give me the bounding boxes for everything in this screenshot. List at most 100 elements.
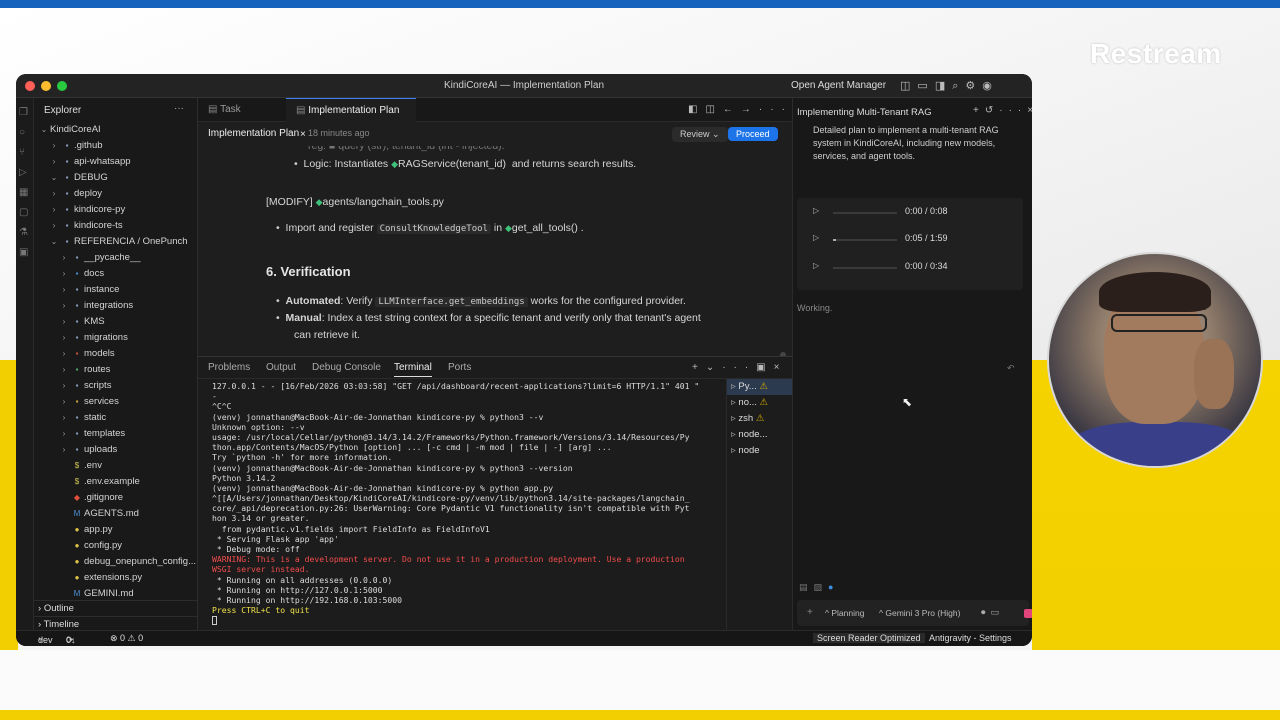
folder-item[interactable]: › ▪ routes (34, 362, 197, 378)
agent-icon[interactable]: ● (828, 582, 839, 592)
files-icon[interactable]: ❐ (19, 107, 33, 118)
tab-debug-console[interactable]: Debug Console (312, 362, 381, 373)
history-icon[interactable]: ↺ (985, 105, 999, 116)
more-icon[interactable]: ··· (999, 105, 1027, 116)
remote-icon[interactable]: ▢ (19, 207, 33, 218)
tab-problems[interactable]: Problems (208, 362, 250, 373)
agent-actions[interactable]: +↺···× (973, 105, 1032, 116)
plus-icon[interactable]: + (973, 105, 985, 116)
tab-ports[interactable]: Ports (448, 362, 471, 373)
model-select[interactable]: ^ Gemini 3 Pro (High) (879, 608, 960, 618)
file-icon[interactable]: ▤ (799, 582, 814, 592)
folder-item[interactable]: › ▪ instance (34, 282, 197, 298)
file-item[interactable]: M AGENTS.md (34, 506, 197, 522)
gear-icon[interactable]: ⚙ (965, 80, 982, 92)
account-icon[interactable]: ◉ (982, 80, 999, 92)
close-icon[interactable]: × (774, 362, 788, 373)
screen-icon[interactable]: ▭ (991, 607, 1005, 617)
file-item[interactable]: ● extensions.py (34, 570, 197, 586)
audio-progress[interactable] (833, 239, 897, 241)
function-link[interactable]: get_all_tools() (512, 222, 578, 234)
file-link[interactable]: agents/langchain_tools.py (323, 196, 444, 208)
folder-item[interactable]: › ▪ deploy (34, 186, 197, 202)
undo-icon[interactable]: ↶ (1007, 363, 1015, 374)
audio-progress[interactable] (833, 212, 897, 214)
folder-item[interactable]: › ▪ integrations (34, 298, 197, 314)
folder-item[interactable]: › ▪ __pycache__ (34, 250, 197, 266)
file-item[interactable]: ● config.py (34, 538, 197, 554)
run-debug-icon[interactable]: ▷ (19, 167, 33, 178)
planning-mode-select[interactable]: ^ Planning (825, 608, 864, 618)
folder-item[interactable]: ⌄ ▪ REFERENCIA / OnePunch (34, 234, 197, 250)
problems-indicator[interactable]: ⊗ 0 ⚠ 0 (110, 633, 143, 644)
tab-implementation-plan[interactable]: ▤ Implementation Plan × (286, 98, 416, 140)
folder-item[interactable]: ⌄ ▪ DEBUG (34, 170, 197, 186)
play-icon[interactable]: ▷ (813, 261, 819, 270)
folder-item[interactable]: › ▪ uploads (34, 442, 197, 458)
play-icon[interactable]: ▷ (813, 206, 819, 215)
microphone-icon[interactable]: ⏺ (981, 607, 991, 617)
file-item[interactable]: $ .env.example (34, 474, 197, 490)
testing-icon[interactable]: ⚗ (19, 227, 33, 238)
titlebar-icons[interactable]: ◫▭◨⌕⚙◉ (900, 79, 999, 93)
extensions-icon[interactable]: ▦ (19, 187, 33, 198)
more-icon[interactable]: ··· (759, 104, 793, 115)
folder-item[interactable]: › ▪ KMS (34, 314, 197, 330)
input-toolbar[interactable]: ▤▨● (799, 582, 839, 593)
toggle-agent-icon[interactable]: ◨ (935, 80, 952, 92)
back-icon[interactable]: ← (723, 104, 741, 115)
play-icon[interactable]: ▷ (813, 233, 819, 242)
proceed-button[interactable]: Proceed (728, 127, 778, 141)
toggle-sidebar-icon[interactable]: ◫ (900, 80, 917, 92)
settings-status[interactable]: Antigravity - Settings (929, 633, 1012, 643)
image-icon[interactable]: ▨ (814, 582, 829, 592)
file-item[interactable]: ● app.py (34, 522, 197, 538)
split-editor-icon[interactable]: ◫ (705, 104, 722, 115)
terminal-instance[interactable]: ▹ no... ⚠ (727, 395, 792, 411)
open-agent-manager-button[interactable]: Open Agent Manager (791, 80, 886, 91)
file-item[interactable]: $ .env (34, 458, 197, 474)
terminal-instance[interactable]: ▹ node... (727, 427, 792, 443)
terminal-instance[interactable]: ▹ node (727, 443, 792, 459)
more-icon[interactable]: ··· (722, 362, 756, 373)
review-button[interactable]: Review ⌄ (672, 127, 728, 142)
folder-item[interactable]: › ▪ static (34, 410, 197, 426)
agent-input[interactable]: + ^ Planning ^ Gemini 3 Pro (High) ⏺▭ (797, 600, 1032, 626)
terminal-output[interactable]: 127.0.0.1 - - [16/Feb/2026 03:03:58] "GE… (198, 379, 726, 629)
screen-reader-status[interactable]: Screen Reader Optimized (813, 633, 925, 643)
plus-icon[interactable]: + (807, 607, 813, 618)
folder-item[interactable]: › ▪ templates (34, 426, 197, 442)
file-item[interactable]: ◆ .gitignore (34, 490, 197, 506)
folder-item[interactable]: › ▪ scripts (34, 378, 197, 394)
maximize-panel-icon[interactable]: ▣ (756, 362, 773, 373)
tab-task[interactable]: ▤ Task (198, 98, 286, 122)
folder-item[interactable]: › ▪ models (34, 346, 197, 362)
terminal-instance[interactable]: ▹ zsh ⚠ (727, 411, 792, 427)
more-actions-icon[interactable]: ··· (174, 103, 184, 114)
folder-item[interactable]: › ▪ docs (34, 266, 197, 282)
file-item[interactable]: ● debug_onepunch_config... (34, 554, 197, 570)
stop-button[interactable] (1024, 609, 1032, 618)
docker-icon[interactable]: ▣ (19, 247, 33, 258)
search-icon[interactable]: ○ (19, 127, 33, 138)
add-terminal-icon[interactable]: +⌄ (692, 362, 722, 373)
forward-icon[interactable]: → (741, 104, 759, 115)
preview-icon[interactable]: ◧ (688, 104, 705, 115)
folder-item[interactable]: › ▪ kindicore-py (34, 202, 197, 218)
tab-terminal[interactable]: Terminal (394, 362, 432, 377)
editor-actions[interactable]: ◧◫←→··· (688, 104, 793, 115)
folder-item[interactable]: › ▪ .github (34, 138, 197, 154)
audio-progress[interactable] (833, 267, 897, 269)
folder-item[interactable]: › ▪ services (34, 394, 197, 410)
panel-actions[interactable]: +⌄···▣× (692, 362, 788, 373)
timeline-section[interactable]: › Timeline (34, 616, 197, 630)
terminal-instance[interactable]: ▹ Py... ⚠ (727, 379, 792, 395)
input-actions[interactable]: ⏺▭ (981, 607, 1004, 618)
folder-item[interactable]: › ▪ api-whatsapp (34, 154, 197, 170)
tab-output[interactable]: Output (266, 362, 296, 373)
folder-item[interactable]: › ▪ migrations (34, 330, 197, 346)
close-icon[interactable]: × (1027, 105, 1032, 116)
search-icon[interactable]: ⌕ (952, 80, 965, 92)
toggle-panel-icon[interactable]: ▭ (917, 80, 934, 92)
source-control-icon[interactable]: ⑂ (19, 147, 33, 158)
